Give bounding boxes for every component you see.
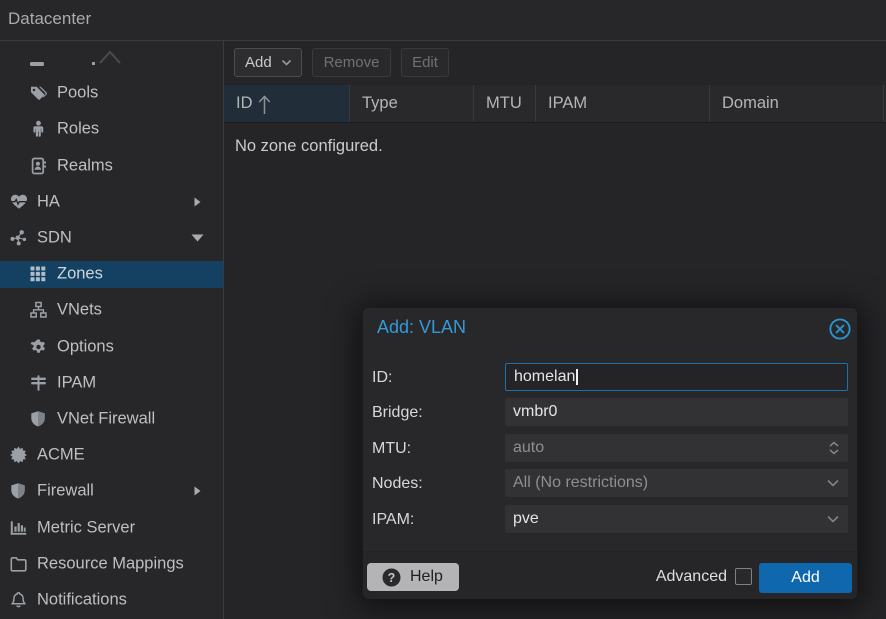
svg-text:?: ? (388, 571, 396, 585)
